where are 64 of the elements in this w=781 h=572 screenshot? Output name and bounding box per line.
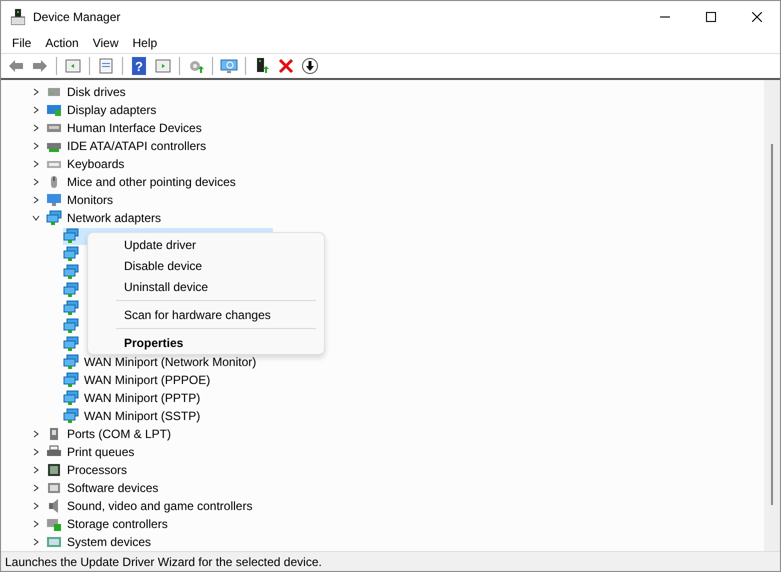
device-row[interactable] bbox=[63, 282, 79, 298]
category-label[interactable]: Display adapters bbox=[65, 102, 158, 118]
device-label[interactable]: WAN Miniport (PPTP) bbox=[82, 390, 202, 406]
network-device-icon bbox=[63, 300, 79, 316]
close-icon[interactable] bbox=[752, 12, 762, 22]
window-title: Device Manager bbox=[33, 10, 122, 24]
menu-option[interactable]: Disable device bbox=[92, 255, 320, 276]
device-label[interactable]: WAN Miniport (PPPOE) bbox=[82, 372, 212, 388]
device-row[interactable] bbox=[63, 264, 79, 280]
category-label[interactable]: Sound, video and game controllers bbox=[65, 498, 254, 514]
down-arrow-icon[interactable] bbox=[299, 55, 321, 77]
network-device-icon bbox=[63, 372, 79, 388]
category-label[interactable]: IDE ATA/ATAPI controllers bbox=[65, 138, 208, 154]
maximize-icon[interactable] bbox=[706, 12, 716, 22]
category-label[interactable]: Print queues bbox=[65, 444, 136, 460]
menu-item[interactable]: Help bbox=[126, 34, 164, 52]
category-label[interactable]: Software devices bbox=[65, 480, 160, 496]
category-label[interactable]: Storage controllers bbox=[65, 516, 170, 532]
software-device-icon bbox=[46, 480, 62, 496]
menu-item[interactable]: View bbox=[86, 34, 126, 52]
category-label[interactable]: System devices bbox=[65, 534, 154, 550]
device-row[interactable]: WAN Miniport (Network Monitor) bbox=[63, 354, 258, 370]
category-label[interactable]: Disk drives bbox=[65, 84, 128, 100]
menu-option[interactable]: Update driver bbox=[92, 234, 320, 255]
category-label[interactable]: Keyboards bbox=[65, 156, 126, 172]
category-label[interactable]: Network adapters bbox=[65, 210, 164, 226]
display-device-icon bbox=[46, 102, 62, 118]
status-text: Launches the Update Driver Wizard for the selected device. bbox=[5, 554, 322, 568]
network-device-icon bbox=[63, 264, 79, 280]
device-row[interactable] bbox=[63, 300, 79, 316]
scrollbar[interactable] bbox=[764, 80, 780, 551]
device-row[interactable]: WAN Miniport (PPPOE) bbox=[63, 372, 212, 388]
menu-option[interactable]: Properties bbox=[92, 332, 320, 353]
category-label[interactable]: Monitors bbox=[65, 192, 116, 208]
storage-device-icon bbox=[46, 516, 62, 532]
device-label[interactable]: WAN Miniport (Network Monitor) bbox=[82, 354, 258, 370]
network-device-icon bbox=[63, 408, 79, 424]
network-device-icon bbox=[63, 318, 79, 334]
device-row[interactable] bbox=[63, 318, 79, 334]
system-device-icon bbox=[46, 534, 62, 550]
category-label[interactable]: Processors bbox=[65, 462, 130, 478]
network-device-icon bbox=[63, 228, 79, 244]
network-device-icon bbox=[63, 336, 79, 352]
device-row[interactable] bbox=[63, 336, 79, 352]
menu-option[interactable]: Scan for hardware changes bbox=[92, 304, 320, 325]
category-label[interactable]: Human Interface Devices bbox=[65, 120, 204, 136]
device-label[interactable]: WAN Miniport (SSTP) bbox=[82, 408, 202, 424]
menu-option[interactable]: Uninstall device bbox=[92, 276, 320, 297]
network-device-icon bbox=[63, 390, 79, 406]
category-label[interactable]: Ports (COM & LPT) bbox=[65, 426, 174, 442]
device-row[interactable] bbox=[63, 246, 79, 262]
device-manager-icon bbox=[11, 8, 25, 24]
monitor-device-icon bbox=[46, 192, 62, 208]
help-button[interactable]: ? bbox=[132, 57, 146, 75]
network-device-icon bbox=[63, 354, 79, 370]
network-device-icon bbox=[63, 246, 79, 262]
menu-item[interactable]: Action bbox=[38, 34, 86, 52]
category-label[interactable]: Mice and other pointing devices bbox=[65, 174, 238, 190]
processor-device-icon bbox=[46, 462, 62, 478]
menu-item[interactable]: File bbox=[5, 34, 38, 52]
network-device-icon bbox=[63, 282, 79, 298]
device-row[interactable]: WAN Miniport (PPTP) bbox=[63, 390, 202, 406]
network-device-icon bbox=[46, 210, 62, 226]
device-row[interactable]: WAN Miniport (SSTP) bbox=[63, 408, 202, 424]
